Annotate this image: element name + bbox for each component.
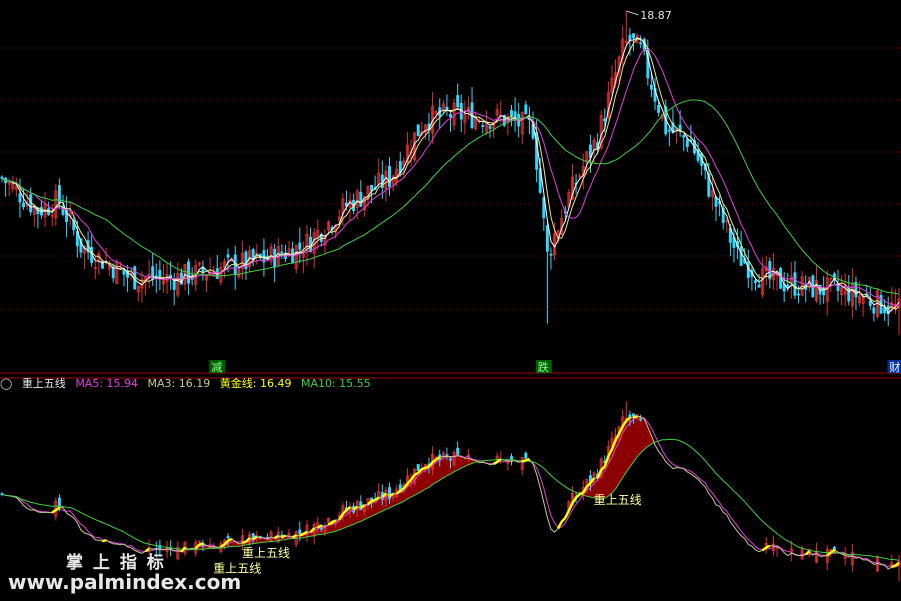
candle-body xyxy=(481,125,485,127)
candle-body xyxy=(786,284,790,288)
candle-body xyxy=(639,42,643,45)
candle-body xyxy=(298,242,302,250)
candle-body xyxy=(111,266,115,279)
indicator-candle-body xyxy=(639,418,643,421)
legend-ma10: MA10: 15.55 xyxy=(300,377,371,390)
candle-body xyxy=(545,225,549,252)
candle-body xyxy=(868,300,872,306)
marker-label: 跌 xyxy=(538,360,549,374)
indicator-candle-body xyxy=(416,464,420,472)
legend-ma3: MA3: 16.19 xyxy=(147,377,211,390)
candle-body xyxy=(754,280,757,283)
candle-body xyxy=(18,193,22,203)
candle-body xyxy=(603,118,607,122)
high-pointer xyxy=(626,10,639,16)
indicator-title: 重上五线 xyxy=(21,377,66,390)
indicator-candle-body xyxy=(524,452,528,459)
candle-body xyxy=(280,251,284,255)
candle-body xyxy=(416,124,420,137)
indicator-candle-body xyxy=(449,458,452,461)
indicator-ma3 xyxy=(1,415,900,570)
candle-body xyxy=(667,129,671,132)
candle-body xyxy=(657,104,661,113)
legend-golden-line: 黄金线: 16.49 xyxy=(219,377,292,390)
signal-label: 重上五线 xyxy=(594,493,642,507)
ma-line-ma5 xyxy=(1,38,900,311)
candle-body xyxy=(456,95,460,108)
candle-body xyxy=(449,114,452,118)
candle-body xyxy=(524,104,528,115)
legend-ma5: MA5: 15.94 xyxy=(75,377,139,390)
candle-body xyxy=(22,202,26,208)
main-price-panel: 18.87 减 跌 财 xyxy=(0,9,901,374)
grid-lines xyxy=(0,47,901,379)
candle-body xyxy=(685,139,689,148)
candle-body xyxy=(682,135,686,138)
candle-body xyxy=(739,246,743,266)
candle-body xyxy=(757,284,761,288)
candle-body xyxy=(549,253,553,256)
indicator-candle-body xyxy=(456,447,460,455)
ma-line-ma10 xyxy=(1,49,900,306)
candle-body xyxy=(359,191,363,207)
candle-body xyxy=(793,272,797,296)
candle-body xyxy=(0,176,4,179)
indicator-candle-body xyxy=(510,456,513,460)
indicator-title-icon: ◯ xyxy=(0,377,13,390)
indicator-fill xyxy=(2,416,899,561)
candle-body xyxy=(172,279,176,290)
candle-body xyxy=(872,307,876,314)
marker-label: 财 xyxy=(889,360,900,374)
candle-body xyxy=(388,166,391,187)
candle-body xyxy=(488,126,492,129)
chart-root: { "chart_data": [ { "type": "candlestick… xyxy=(0,0,901,601)
chart-canvas: 18.87减跌财 重上五线重上五线重上五线 xyxy=(0,9,901,582)
indicator-candle-body xyxy=(226,536,230,539)
candle-body xyxy=(632,33,635,39)
candle-body xyxy=(797,293,801,296)
indicator-candle-body xyxy=(298,529,302,534)
candle-body xyxy=(226,254,230,258)
marker-label: 减 xyxy=(211,361,222,374)
candle-body xyxy=(158,270,162,278)
candle-body xyxy=(370,184,374,192)
high-value-label: 18.87 xyxy=(640,9,672,22)
candle-body xyxy=(649,84,653,90)
indicator-ma5 xyxy=(1,416,900,568)
indicator-legend: ◯ 重上五线 MA5: 15.94 MA3: 16.19 黄金线: 16.49 … xyxy=(0,376,377,392)
candle-body xyxy=(510,110,513,117)
watermark-url: www.palmindex.com xyxy=(8,570,242,594)
signal-label: 重上五线 xyxy=(242,546,290,560)
